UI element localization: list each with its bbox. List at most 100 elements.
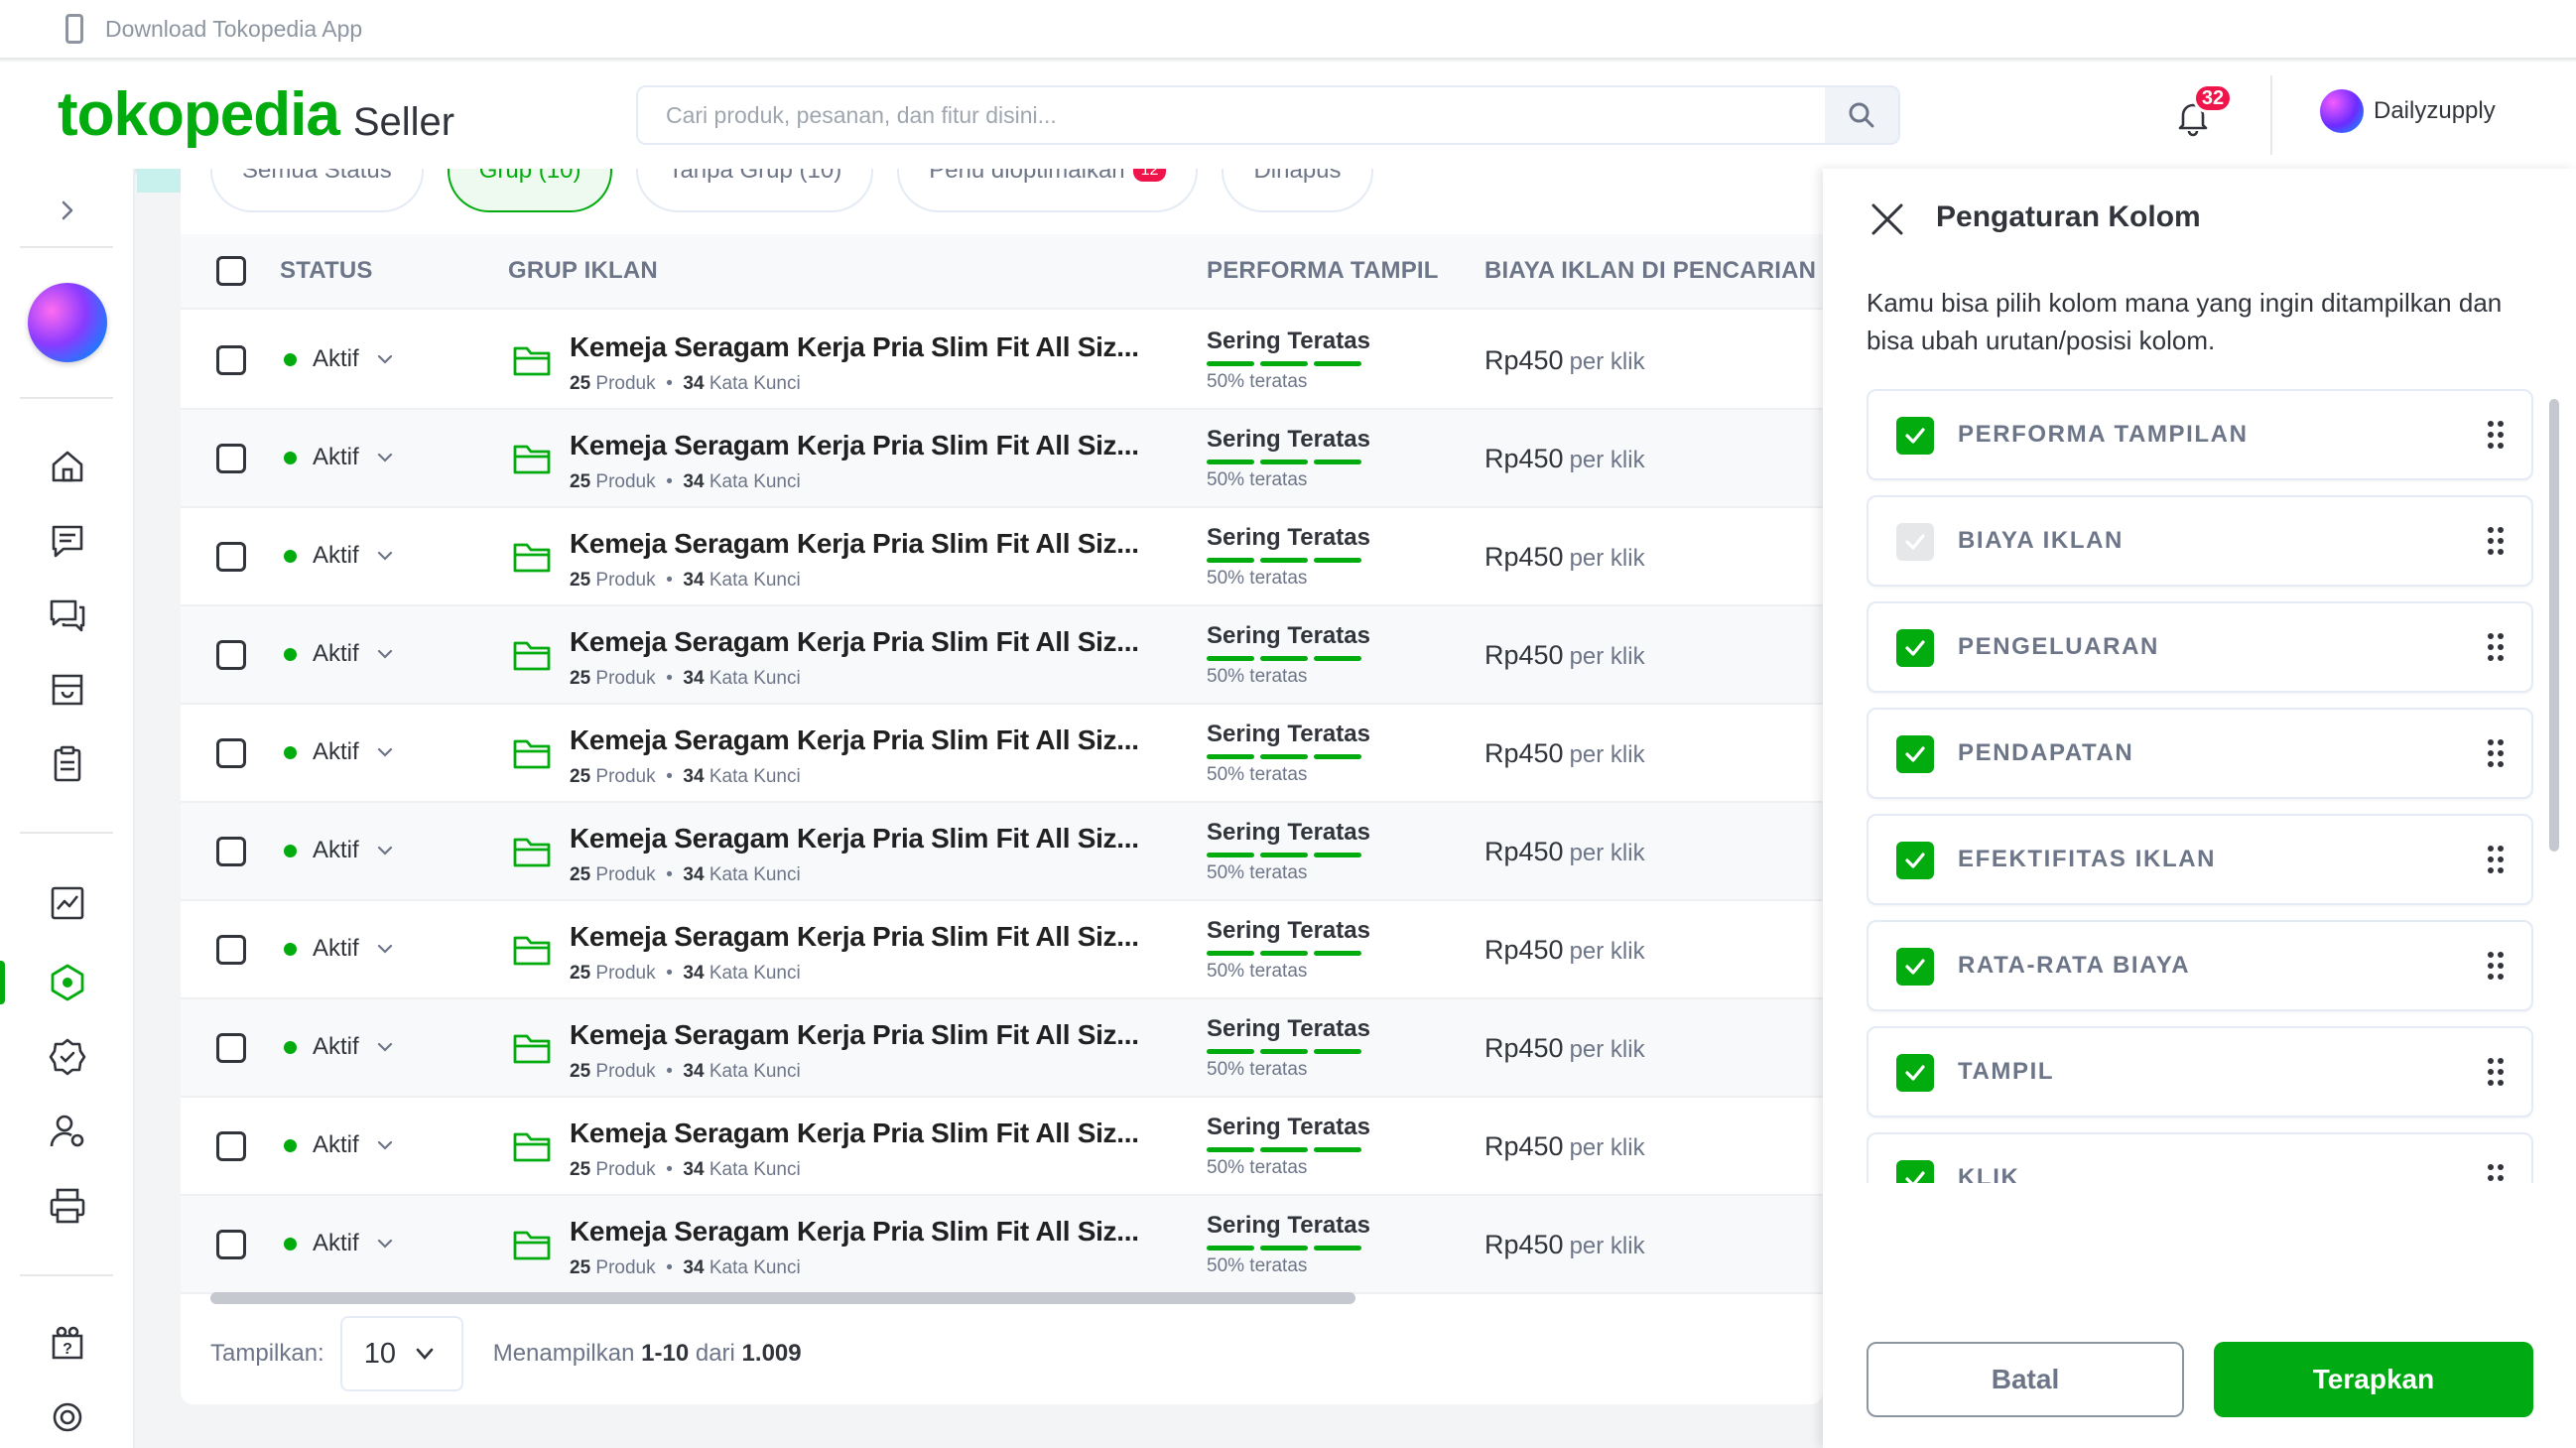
user-menu[interactable]: Dailyzupply xyxy=(2320,89,2496,133)
group-name-link[interactable]: Kemeja Seragam Kerja Pria Slim Fit All S… xyxy=(570,1118,1139,1149)
table-row[interactable]: Aktif Kemeja Seragam Kerja Pria Slim Fit… xyxy=(181,312,1823,410)
column-performance[interactable]: PERFORMA TAMPIL xyxy=(1207,257,1439,285)
column-checkbox[interactable] xyxy=(1896,523,1934,561)
drag-handle-icon[interactable] xyxy=(2486,419,2506,451)
table-row[interactable]: Aktif Kemeja Seragam Kerja Pria Slim Fit… xyxy=(181,508,1823,606)
cancel-button[interactable]: Batal xyxy=(1867,1342,2184,1417)
table-row[interactable]: Aktif Kemeja Seragam Kerja Pria Slim Fit… xyxy=(181,999,1823,1098)
status-dropdown[interactable]: Aktif xyxy=(284,935,395,963)
status-dropdown[interactable]: Aktif xyxy=(284,542,395,570)
column-status[interactable]: STATUS xyxy=(280,257,373,285)
drag-handle-icon[interactable] xyxy=(2486,950,2506,982)
filter-chip-needs-optimization[interactable]: Perlu dioptimalkan 12 xyxy=(897,169,1199,212)
column-checkbox[interactable] xyxy=(1896,735,1934,773)
status-dropdown[interactable]: Aktif xyxy=(284,345,395,373)
status-dropdown[interactable]: Aktif xyxy=(284,738,395,766)
group-name-link[interactable]: Kemeja Seragam Kerja Pria Slim Fit All S… xyxy=(570,1216,1139,1248)
column-checkbox[interactable] xyxy=(1896,629,1934,667)
table-row[interactable]: Aktif Kemeja Seragam Kerja Pria Slim Fit… xyxy=(181,606,1823,705)
column-option[interactable]: PENGELUARAN xyxy=(1867,601,2533,693)
drag-handle-icon[interactable] xyxy=(2486,1162,2506,1183)
download-app-bar[interactable]: Download Tokopedia App xyxy=(0,0,2576,60)
column-option[interactable]: BIAYA IKLAN xyxy=(1867,495,2533,587)
group-name-link[interactable]: Kemeja Seragam Kerja Pria Slim Fit All S… xyxy=(570,626,1139,658)
printer-icon[interactable] xyxy=(46,1184,89,1228)
filter-chip-all-status[interactable]: Semua Status xyxy=(210,169,424,212)
row-checkbox[interactable] xyxy=(216,345,246,375)
group-name-link[interactable]: Kemeja Seragam Kerja Pria Slim Fit All S… xyxy=(570,921,1139,953)
group-name-link[interactable]: Kemeja Seragam Kerja Pria Slim Fit All S… xyxy=(570,331,1139,363)
search-button[interactable] xyxy=(1825,87,1898,143)
help-icon[interactable]: ? xyxy=(46,1322,89,1366)
row-checkbox[interactable] xyxy=(216,935,246,965)
drag-handle-icon[interactable] xyxy=(2486,844,2506,875)
table-row[interactable]: Aktif Kemeja Seragam Kerja Pria Slim Fit… xyxy=(181,1098,1823,1196)
group-name-link[interactable]: Kemeja Seragam Kerja Pria Slim Fit All S… xyxy=(570,823,1139,855)
column-option[interactable]: RATA-RATA BIAYA xyxy=(1867,920,2533,1011)
status-dropdown[interactable]: Aktif xyxy=(284,1230,395,1257)
column-option[interactable]: PERFORMA TAMPILAN xyxy=(1867,389,2533,480)
close-icon[interactable] xyxy=(1868,200,1906,238)
scrollbar-thumb[interactable] xyxy=(210,1292,1355,1304)
group-name-link[interactable]: Kemeja Seragam Kerja Pria Slim Fit All S… xyxy=(570,1019,1139,1051)
support-icon[interactable] xyxy=(46,1395,89,1439)
column-checkbox[interactable] xyxy=(1896,417,1934,455)
horizontal-scrollbar[interactable] xyxy=(210,1292,1798,1304)
column-search-ad-cost[interactable]: BIAYA IKLAN DI PENCARIAN xyxy=(1484,257,1816,285)
group-name-link[interactable]: Kemeja Seragam Kerja Pria Slim Fit All S… xyxy=(570,528,1139,560)
row-checkbox[interactable] xyxy=(216,542,246,572)
row-checkbox[interactable] xyxy=(216,738,246,768)
statistics-icon[interactable] xyxy=(46,881,89,925)
home-icon[interactable] xyxy=(46,445,89,488)
shop-avatar[interactable] xyxy=(28,283,107,362)
group-name-link[interactable]: Kemeja Seragam Kerja Pria Slim Fit All S… xyxy=(570,724,1139,756)
table-row[interactable]: Aktif Kemeja Seragam Kerja Pria Slim Fit… xyxy=(181,1196,1823,1294)
table-row[interactable]: Aktif Kemeja Seragam Kerja Pria Slim Fit… xyxy=(181,705,1823,803)
column-option[interactable]: PENDAPATAN xyxy=(1867,708,2533,799)
drag-handle-icon[interactable] xyxy=(2486,525,2506,557)
column-group[interactable]: GRUP IKLAN xyxy=(508,257,658,285)
status-dropdown[interactable]: Aktif xyxy=(284,444,395,471)
per-page-select[interactable]: 10 xyxy=(339,1316,463,1391)
column-checkbox[interactable] xyxy=(1896,948,1934,986)
select-all-checkbox[interactable] xyxy=(216,256,246,286)
drag-handle-icon[interactable] xyxy=(2486,631,2506,663)
expand-sidebar-button[interactable] xyxy=(48,191,87,230)
filter-chip-deleted[interactable]: Dihapus xyxy=(1222,169,1373,212)
filter-chip-no-group[interactable]: Tanpa Grup (10) xyxy=(636,169,874,212)
discussion-icon[interactable] xyxy=(46,593,89,637)
search-input[interactable] xyxy=(638,87,1819,143)
order-icon[interactable] xyxy=(46,742,89,786)
column-option[interactable]: KLIK xyxy=(1867,1132,2533,1183)
table-row[interactable]: Aktif Kemeja Seragam Kerja Pria Slim Fit… xyxy=(181,901,1823,999)
drag-handle-icon[interactable] xyxy=(2486,737,2506,769)
row-checkbox[interactable] xyxy=(216,837,246,866)
user-settings-icon[interactable] xyxy=(46,1110,89,1153)
drag-handle-icon[interactable] xyxy=(2486,1056,2506,1088)
apply-button[interactable]: Terapkan xyxy=(2214,1342,2533,1417)
column-checkbox[interactable] xyxy=(1896,1160,1934,1183)
group-name-link[interactable]: Kemeja Seragam Kerja Pria Slim Fit All S… xyxy=(570,430,1139,461)
store-icon[interactable] xyxy=(46,668,89,712)
column-option[interactable]: TAMPIL xyxy=(1867,1026,2533,1118)
status-dropdown[interactable]: Aktif xyxy=(284,1131,395,1159)
row-checkbox[interactable] xyxy=(216,640,246,670)
tokopedia-seller-logo[interactable]: tokopedia Seller xyxy=(58,79,454,150)
filter-chip-group[interactable]: Grup (10) xyxy=(447,169,613,212)
chat-icon[interactable] xyxy=(46,519,89,563)
table-row[interactable]: Aktif Kemeja Seragam Kerja Pria Slim Fit… xyxy=(181,410,1823,508)
table-row[interactable]: Aktif Kemeja Seragam Kerja Pria Slim Fit… xyxy=(181,803,1823,901)
ads-icon[interactable] xyxy=(46,961,89,1004)
column-checkbox[interactable] xyxy=(1896,842,1934,879)
status-dropdown[interactable]: Aktif xyxy=(284,1033,395,1061)
status-dropdown[interactable]: Aktif xyxy=(284,837,395,864)
status-dropdown[interactable]: Aktif xyxy=(284,640,395,668)
column-checkbox[interactable] xyxy=(1896,1054,1934,1092)
column-option[interactable]: EFEKTIFITAS IKLAN xyxy=(1867,814,2533,905)
row-checkbox[interactable] xyxy=(216,1033,246,1063)
row-checkbox[interactable] xyxy=(216,1230,246,1259)
badge-icon[interactable] xyxy=(46,1035,89,1079)
row-checkbox[interactable] xyxy=(216,444,246,473)
column-list-scrollbar[interactable] xyxy=(2549,399,2559,852)
row-checkbox[interactable] xyxy=(216,1131,246,1161)
